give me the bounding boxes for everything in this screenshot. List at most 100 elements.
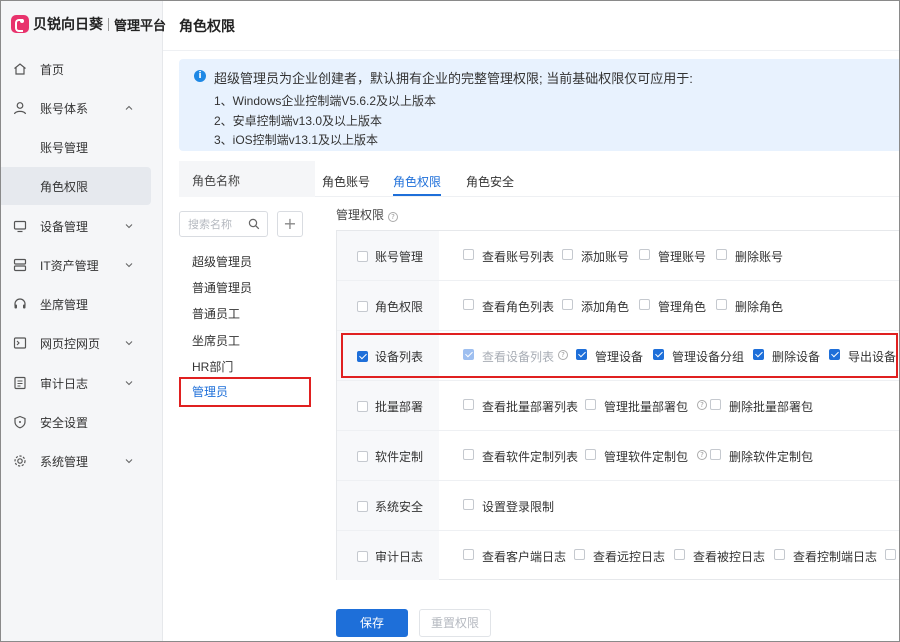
- category-checkbox[interactable]: [357, 401, 368, 412]
- sidebar-item-account-system[interactable]: 账号体系: [1, 89, 163, 127]
- help-icon[interactable]: ?: [388, 212, 399, 222]
- role-item-label: 超级管理员: [192, 255, 253, 269]
- sidebar-item-label: 首页: [40, 62, 65, 77]
- option-checkbox[interactable]: [774, 549, 785, 560]
- option-label: 查看批量部署列表: [482, 400, 579, 414]
- option-checkbox[interactable]: [463, 499, 474, 510]
- option-checkbox[interactable]: [639, 299, 650, 310]
- help-icon[interactable]: ?: [697, 450, 707, 460]
- option-checkbox[interactable]: [716, 299, 727, 310]
- info-icon: i: [194, 70, 206, 82]
- save-button[interactable]: 保存: [336, 609, 408, 637]
- log-icon: [13, 376, 27, 390]
- option-label: 查看控制端日志: [793, 550, 878, 564]
- option-label: 管理账号: [658, 250, 707, 264]
- sidebar-item-label: 系统管理: [40, 454, 89, 469]
- option-checkbox[interactable]: [710, 449, 721, 460]
- option-checkbox[interactable]: [716, 249, 727, 260]
- sidebar-item-system-management[interactable]: 系统管理: [1, 442, 163, 480]
- search-icon[interactable]: [248, 218, 260, 230]
- sidebar-subitem-role-permissions[interactable]: 角色权限: [1, 167, 151, 205]
- option-label: 管理角色: [658, 300, 707, 314]
- option-checkbox[interactable]: [674, 549, 685, 560]
- tab-role-permissions[interactable]: 角色权限: [393, 173, 441, 190]
- notice-line: 2、安卓控制端v13.0及以上版本: [214, 114, 383, 128]
- sidebar-item-seat-management[interactable]: 坐席管理: [1, 285, 163, 323]
- option-checkbox[interactable]: [463, 299, 474, 310]
- notice-line: 1、Windows企业控制端V5.6.2及以上版本: [214, 94, 437, 108]
- sidebar-item-label: 账号管理: [40, 140, 89, 155]
- add-role-button[interactable]: +: [277, 211, 303, 237]
- option-checkbox[interactable]: [639, 249, 650, 260]
- brand-logo[interactable]: 贝锐向日葵 管理平台: [11, 13, 166, 35]
- role-item-label: HR部门: [192, 360, 234, 374]
- option-checkbox[interactable]: [463, 249, 474, 260]
- category-checkbox[interactable]: [357, 551, 368, 562]
- sidebar: 贝锐向日葵 管理平台 首页 账号体系 账号管理 角色权限 设备管理 IT资产管理…: [1, 1, 166, 641]
- option-checkbox[interactable]: [885, 549, 896, 560]
- sidebar-item-label: 设备管理: [40, 219, 89, 234]
- role-item-selected[interactable]: 管理员: [179, 377, 311, 407]
- role-item-label: 普通管理员: [192, 281, 253, 295]
- help-icon[interactable]: ?: [697, 400, 707, 410]
- role-item[interactable]: 普通管理员: [179, 273, 311, 299]
- option-checkbox[interactable]: [463, 549, 474, 560]
- option-label: 添加账号: [581, 250, 630, 264]
- role-item[interactable]: 普通员工: [179, 299, 311, 325]
- category-checkbox[interactable]: [357, 501, 368, 512]
- active-tab-indicator: [393, 194, 441, 196]
- option-label: 查看远控日志: [593, 550, 666, 564]
- permission-row: 系统安全 设置登录限制: [337, 481, 899, 531]
- sidebar-item-label: 网页控网页: [40, 336, 101, 351]
- notice-line: 3、iOS控制端v13.1及以上版本: [214, 133, 379, 147]
- permission-category: 批量部署: [337, 381, 439, 430]
- category-checkbox[interactable]: [357, 301, 368, 312]
- reset-permissions-button[interactable]: 重置权限: [419, 609, 491, 637]
- category-label: 账号管理: [375, 250, 424, 264]
- category-label: 批量部署: [375, 400, 424, 414]
- permission-row: 软件定制 查看软件定制列表 管理软件定制包? 删除软件定制包: [337, 431, 899, 481]
- user-icon: [13, 101, 27, 115]
- sidebar-item-security-settings[interactable]: 安全设置: [1, 403, 163, 441]
- role-item-label: 管理员: [192, 385, 229, 399]
- role-item[interactable]: 坐席员工: [179, 326, 311, 352]
- tab-role-security[interactable]: 角色安全: [466, 173, 514, 190]
- sidebar-item-device-management[interactable]: 设备管理: [1, 207, 163, 245]
- option-checkbox[interactable]: [463, 449, 474, 460]
- tab-role-accounts[interactable]: 角色账号: [322, 173, 370, 190]
- option-checkbox[interactable]: [562, 299, 573, 310]
- option-label: 管理批量部署包: [604, 400, 689, 414]
- sidebar-item-label: 坐席管理: [40, 297, 89, 312]
- option-label: 删除角色: [735, 300, 784, 314]
- shield-icon: [13, 415, 27, 429]
- option-checkbox[interactable]: [574, 549, 585, 560]
- chevron-down-icon: [123, 259, 135, 271]
- role-item[interactable]: 超级管理员: [179, 247, 311, 273]
- category-label: 软件定制: [375, 450, 424, 464]
- chevron-up-icon: [123, 102, 135, 114]
- sidebar-item-label: 安全设置: [40, 415, 89, 430]
- option-checkbox[interactable]: [585, 399, 596, 410]
- page-header: 角色权限: [163, 1, 899, 51]
- sidebar-item-audit-log[interactable]: 审计日志: [1, 364, 163, 402]
- option-checkbox[interactable]: [463, 399, 474, 410]
- sidebar-item-web-control[interactable]: 网页控网页: [1, 324, 163, 362]
- role-search-input[interactable]: [188, 217, 244, 232]
- option-checkbox[interactable]: [710, 399, 721, 410]
- option-label: 删除账号: [735, 250, 784, 264]
- option-checkbox[interactable]: [585, 449, 596, 460]
- option-label: 查看角色列表: [482, 300, 555, 314]
- sidebar-item-it-asset-management[interactable]: IT资产管理: [1, 246, 163, 284]
- role-item-label: 普通员工: [192, 307, 241, 321]
- option-checkbox[interactable]: [562, 249, 573, 260]
- chevron-down-icon: [123, 377, 135, 389]
- permission-row: 账号管理 查看账号列表 添加账号 管理账号 删除账号: [337, 231, 899, 281]
- category-checkbox[interactable]: [357, 251, 368, 262]
- role-item[interactable]: HR部门: [179, 352, 311, 378]
- role-item-label: 坐席员工: [192, 334, 241, 348]
- sidebar-item-home[interactable]: 首页: [1, 50, 163, 88]
- brand-divider: [108, 17, 109, 31]
- sidebar-subitem-account-management[interactable]: 账号管理: [1, 128, 151, 166]
- sidebar-item-label: 账号体系: [40, 101, 89, 116]
- category-checkbox[interactable]: [357, 451, 368, 462]
